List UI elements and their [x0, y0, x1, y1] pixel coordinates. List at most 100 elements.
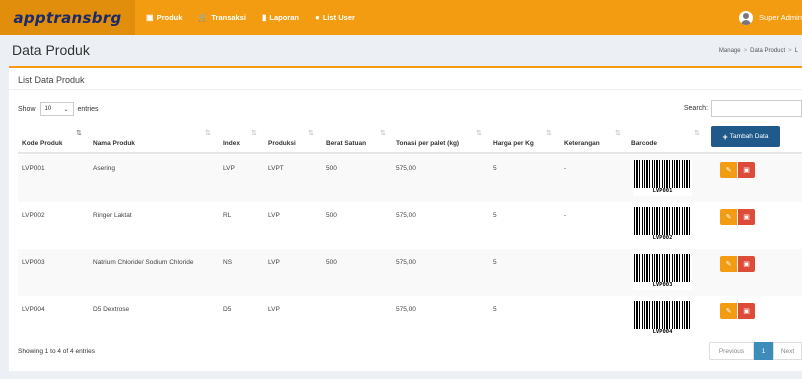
column-label: Keterangan [564, 140, 600, 147]
search-box: Search: [684, 100, 802, 117]
cell-harga: 5 [493, 306, 497, 313]
trash-icon: ▣ [743, 167, 750, 174]
cell-tonasi: 575,00 [396, 165, 416, 172]
breadcrumb-separator: > [743, 48, 748, 54]
pagination: Previous 1 Next [709, 342, 802, 360]
brand-logo[interactable]: apptransbrg [0, 0, 135, 35]
column-header-keterangan[interactable]: Keterangan [564, 125, 600, 154]
cell-keterangan: - [564, 165, 567, 172]
main-nav: ▣ Produk 🛒 Transaksi ▮ Laporan ● List Us… [146, 0, 371, 35]
column-header-kode-produk[interactable]: Kode Produk [22, 125, 62, 154]
delete-button[interactable]: ▣ [738, 256, 755, 272]
edit-button[interactable]: ✎ [720, 256, 737, 272]
barcode-image: LVP001 [633, 160, 692, 196]
breadcrumb-separator: > [788, 48, 792, 54]
chevron-down-icon: ⌄ [63, 106, 69, 113]
cell-produksi: LVP [268, 306, 280, 313]
column-label: Index [223, 140, 240, 147]
sort-icon[interactable]: ⇅ [694, 129, 700, 137]
cell-harga: 5 [493, 259, 497, 266]
row-actions: ✎ ▣ [720, 303, 755, 319]
delete-button[interactable]: ▣ [738, 303, 755, 319]
next-page-button[interactable]: Next [773, 342, 802, 360]
row-actions: ✎ ▣ [720, 256, 755, 272]
nav-item-laporan[interactable]: ▮ Laporan [262, 13, 299, 22]
cell-kode: LVP001 [22, 165, 45, 172]
cell-nama: D5 Dextrose [93, 306, 130, 313]
nav-item-transaksi[interactable]: 🛒 Transaksi [198, 13, 246, 22]
sort-icon[interactable]: ⇅ [546, 129, 552, 137]
barcode-bars [634, 254, 691, 282]
previous-page-button[interactable]: Previous [709, 342, 754, 360]
barcode-image: LVP004 [633, 301, 692, 337]
nav-item-produk[interactable]: ▣ Produk [146, 13, 182, 22]
barcode-text: LVP003 [652, 282, 673, 288]
cell-index: RL [223, 212, 232, 219]
add-button-label: Tambah Data [729, 133, 769, 140]
cell-nama: Asering [93, 165, 116, 172]
cell-tonasi: 575,00 [396, 259, 416, 266]
column-header-produksi[interactable]: Produksi [268, 125, 296, 154]
sort-icon[interactable]: ⇅ [308, 129, 314, 137]
user-name: Super Admin [759, 13, 802, 22]
cell-harga: 5 [493, 212, 497, 219]
cell-produksi: LVPT [268, 165, 284, 172]
nav-item-list-user[interactable]: ● List User [315, 13, 355, 22]
sort-icon[interactable]: ⇅ [205, 129, 211, 137]
barcode-image: LVP002 [633, 207, 692, 243]
cell-index: LVP [223, 165, 235, 172]
column-header-berat-satuan[interactable]: Berat Satuan [326, 125, 366, 154]
entries-select[interactable]: 10 ⌄ [39, 102, 74, 116]
column-header-tonasi[interactable]: Tonasi per palet (kg) [396, 125, 459, 154]
column-label: Tonasi per palet (kg) [396, 140, 460, 147]
delete-button[interactable]: ▣ [738, 209, 755, 225]
edit-button[interactable]: ✎ [720, 303, 737, 319]
cell-berat: 500 [326, 165, 337, 172]
user-menu[interactable]: Super Admin [739, 0, 802, 35]
box-title: List Data Produk [18, 75, 85, 85]
cart-icon: 🛒 [198, 13, 209, 22]
sort-asc-icon[interactable]: ⇅ [76, 129, 82, 137]
nav-label: Laporan [269, 13, 299, 22]
column-label: Nama Produk [93, 140, 135, 147]
table-header: Kode Produk ⇅ Nama Produk ⇅ Index ⇅ Prod… [18, 125, 802, 154]
column-header-barcode[interactable]: Barcode [631, 125, 657, 154]
show-entries: Show 10 ⌄ entries [18, 102, 99, 116]
column-header-harga[interactable]: Harga per Kg [493, 125, 534, 154]
breadcrumb-item[interactable]: Manage [719, 48, 741, 54]
cell-nama: Ringer Laktat [93, 212, 132, 219]
table-row: LVP001 Asering LVP LVPT 500 575,00 5 - L… [18, 155, 802, 202]
nav-label: List User [322, 13, 355, 22]
cell-nama: Natrium Chloride/ Sodium Chloride [93, 259, 194, 266]
add-product-button[interactable]: + Tambah Data [711, 126, 780, 147]
search-input[interactable] [711, 100, 802, 117]
barcode-image: LVP003 [633, 254, 692, 290]
delete-button[interactable]: ▣ [738, 162, 755, 178]
cell-produksi: LVP [268, 259, 280, 266]
pencil-icon: ✎ [725, 261, 732, 268]
pencil-icon: ✎ [725, 167, 732, 174]
row-actions: ✎ ▣ [720, 209, 755, 225]
cell-kode: LVP003 [22, 259, 45, 266]
column-label: Barcode [631, 140, 658, 147]
pencil-icon: ✎ [725, 214, 732, 221]
cell-produksi: LVP [268, 212, 280, 219]
trash-icon: ▣ [743, 308, 750, 315]
sort-icon[interactable]: ⇅ [476, 129, 482, 137]
column-header-index[interactable]: Index [223, 125, 240, 154]
column-label: Kode Produk [22, 140, 63, 147]
table-info: Showing 1 to 4 of 4 entries [18, 348, 95, 355]
column-header-nama-produk[interactable]: Nama Produk [93, 125, 135, 154]
sort-icon[interactable]: ⇅ [380, 129, 386, 137]
barcode-bars [634, 207, 691, 235]
sort-icon[interactable]: ⇅ [251, 129, 257, 137]
edit-button[interactable]: ✎ [720, 162, 737, 178]
barcode-text: LVP002 [652, 235, 673, 241]
cell-harga: 5 [493, 165, 497, 172]
sort-icon[interactable]: ⇅ [615, 129, 621, 137]
cell-tonasi: 575,00 [396, 212, 416, 219]
breadcrumb-item[interactable]: Data Product [750, 48, 785, 54]
table-row: LVP003 Natrium Chloride/ Sodium Chloride… [18, 249, 802, 296]
page-button-current[interactable]: 1 [754, 342, 773, 360]
edit-button[interactable]: ✎ [720, 209, 737, 225]
